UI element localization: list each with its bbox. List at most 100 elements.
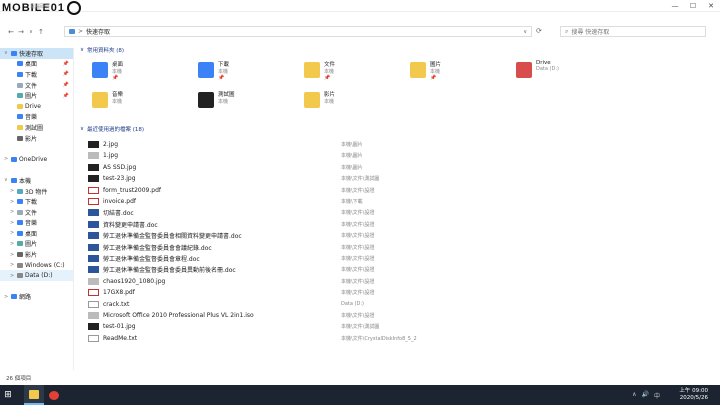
sidebar-item[interactable]: > 桌面 [0,228,73,239]
file-explorer-icon[interactable] [24,385,44,405]
tray-expand-icon[interactable]: ∧ [632,391,636,400]
chevron-right-icon[interactable]: > [10,230,15,236]
folder-tile[interactable]: Drive Data (D:) [516,60,606,84]
file-name: 資料變更申請書.doc [103,221,158,229]
file-row[interactable]: ReadMe.txt 本機\文件\CrystalDiskInfo8_5_2 [88,333,708,344]
search-box[interactable]: ⌕ 搜尋 快速存取 [560,26,706,37]
sidebar-item[interactable]: ∨ 快速存取 [0,48,73,59]
file-row[interactable]: chaos1920_1080.jpg 本機\文件\設證 [88,276,708,287]
sidebar-item[interactable]: > OneDrive [0,154,73,165]
refresh-button[interactable]: ⟳ [536,27,542,35]
folder-location: 本機 [218,69,229,75]
folder-tile[interactable]: 圖片 本機 📌 [410,60,500,84]
address-dropdown-icon[interactable]: ∨ [523,29,527,35]
folder-tile[interactable]: 音樂 本機 [92,90,182,114]
sidebar-item[interactable]: 測試圖 [0,122,73,133]
folder-tile[interactable]: 下載 本機 📌 [198,60,288,84]
minimize-button[interactable]: — [666,0,684,12]
close-button[interactable]: ✕ [702,0,720,12]
chrome-icon[interactable] [44,385,64,405]
document-icon [17,209,23,215]
file-row[interactable]: 1.jpg 本機\圖片 [88,150,708,161]
sidebar-item[interactable]: 圖片 📌 [0,90,73,101]
address-box[interactable]: > 快速存取 ∨ [64,26,532,37]
chevron-right-icon[interactable]: > [10,262,15,268]
file-row[interactable]: Microsoft Office 2010 Professional Plus … [88,310,708,321]
taskbar: ⊞ ∧ 🔊 中 上午 09:00 2020/5/26 [0,385,720,405]
sidebar-item[interactable]: > 圖片 [0,239,73,250]
navigation-pane: ∨ 快速存取 桌面 📌 下載 📌 文件 📌 圖片 📌 Drive 音樂 測試圖 影片 > OneDrive ∨ 本… [0,48,74,370]
sidebar-item[interactable]: > Windows (C:) [0,260,73,271]
sidebar-item[interactable]: > 下載 [0,196,73,207]
clock-date: 2020/5/26 [679,395,708,401]
word-file-icon [88,209,99,217]
recent-files-header[interactable]: ∨ 最近使用過的檔案 (18) [80,125,144,133]
file-row[interactable]: form_trust2009.pdf 本機\文件\設證 [88,185,708,196]
folder-tile[interactable]: 桌面 本機 📌 [92,60,182,84]
sidebar-item-label: 文件 [25,209,38,217]
chevron-right-icon[interactable]: > [10,252,15,258]
pin-icon: 📌 [218,75,225,81]
file-row[interactable]: test-23.jpg 本機\文件\測試圖 [88,173,708,184]
folder-tile[interactable]: 影片 本機 [304,90,394,114]
sidebar-item[interactable]: > 文件 [0,207,73,218]
chevron-right-icon[interactable]: > [10,241,15,247]
chevron-right-icon[interactable]: > [10,220,15,226]
file-explorer-icon-glyph [29,389,39,399]
clock[interactable]: 上午 09:00 2020/5/26 [679,388,708,402]
file-row[interactable]: AS SSD.jpg 本機\圖片 [88,162,708,173]
chevron-right-icon[interactable]: > [10,199,15,205]
sidebar-item[interactable]: >3D 物件 [0,186,73,197]
file-row[interactable]: test-01.jpg 本機\文件\測試圖 [88,321,708,332]
sidebar-item[interactable]: > 音樂 [0,218,73,229]
file-row[interactable]: 勞工退休準備金監督委員會章程.doc 本機\文件\設證 [88,253,708,264]
chevron-down-icon[interactable]: ∨ [4,50,9,56]
file-row[interactable]: 2.jpg 本機\圖片 [88,139,708,150]
ime-indicator[interactable]: 中 [654,391,660,400]
file-location: 本機\文件\設證 [341,278,375,285]
chevron-right-icon[interactable]: > [10,188,15,194]
sidebar-item[interactable]: > 網路 [0,292,73,303]
file-row[interactable]: 勞工退休準備金監督委員會委員異動前後名冊.doc 本機\文件\設證 [88,264,708,275]
chevron-right-icon[interactable]: > [4,294,9,300]
sidebar-item[interactable]: 下載 📌 [0,69,73,80]
folder-tile[interactable]: 測試圖 本機 [198,90,288,114]
pin-icon: 📌 [324,75,331,81]
title-bar: MOBILE01 電腦硬碟 — ☐ ✕ [0,0,720,15]
sidebar-item-label: 網路 [19,294,32,302]
file-row[interactable]: invoice.pdf 本機\下載 [88,196,708,207]
sidebar-item[interactable]: > Data (D:) [0,270,73,282]
file-location: 本機\圖片 [341,142,363,148]
word-file-icon [88,232,99,240]
chevron-right-icon[interactable]: > [10,209,15,215]
sidebar-item[interactable]: 文件 📌 [0,80,73,91]
sidebar-item[interactable]: ∨ 本機 [0,175,73,186]
sidebar-item[interactable]: 桌面 📌 [0,59,73,70]
chevron-right-icon[interactable]: > [10,273,15,279]
file-row[interactable]: 17GX8.pdf 本機\文件\設證 [88,287,708,298]
forward-button[interactable]: → [16,28,26,36]
recent-locations-dropdown[interactable]: ∨ [26,29,36,35]
maximize-button[interactable]: ☐ [684,0,702,12]
chevron-down-icon[interactable]: ∨ [4,177,9,183]
download-icon [17,71,23,77]
sidebar-item[interactable]: 音樂 [0,112,73,123]
file-row[interactable]: 資料變更申請書.doc 本機\文件\設證 [88,219,708,230]
file-row[interactable]: 勞工退休準備金監督委員會相關資料變更申請書.doc 本機\文件\設證 [88,230,708,241]
file-row[interactable]: crack.txt Data (D:) [88,299,708,310]
file-row[interactable]: 切結書.doc 本機\文件\設證 [88,207,708,218]
back-button[interactable]: ← [6,28,16,36]
chrome-icon-glyph [49,390,59,400]
chevron-right-icon[interactable]: > [4,156,9,162]
volume-icon[interactable]: 🔊 [642,391,649,400]
file-row[interactable]: 勞工退休準備金監督委員會會議紀錄.doc 本機\文件\設證 [88,242,708,253]
sidebar-item[interactable]: Drive [0,101,73,112]
folder-tile[interactable]: 文件 本機 📌 [304,60,394,84]
start-button[interactable]: ⊞ [0,390,16,400]
sidebar-item[interactable]: 影片 [0,133,73,144]
frequent-folders-header[interactable]: ∨ 常用資料夾 (8) [80,46,124,54]
address-path[interactable]: 快速存取 [86,27,110,36]
search-input[interactable]: 搜尋 快速存取 [571,27,609,36]
sidebar-item[interactable]: > 影片 [0,249,73,260]
up-button[interactable]: ↑ [36,28,46,36]
